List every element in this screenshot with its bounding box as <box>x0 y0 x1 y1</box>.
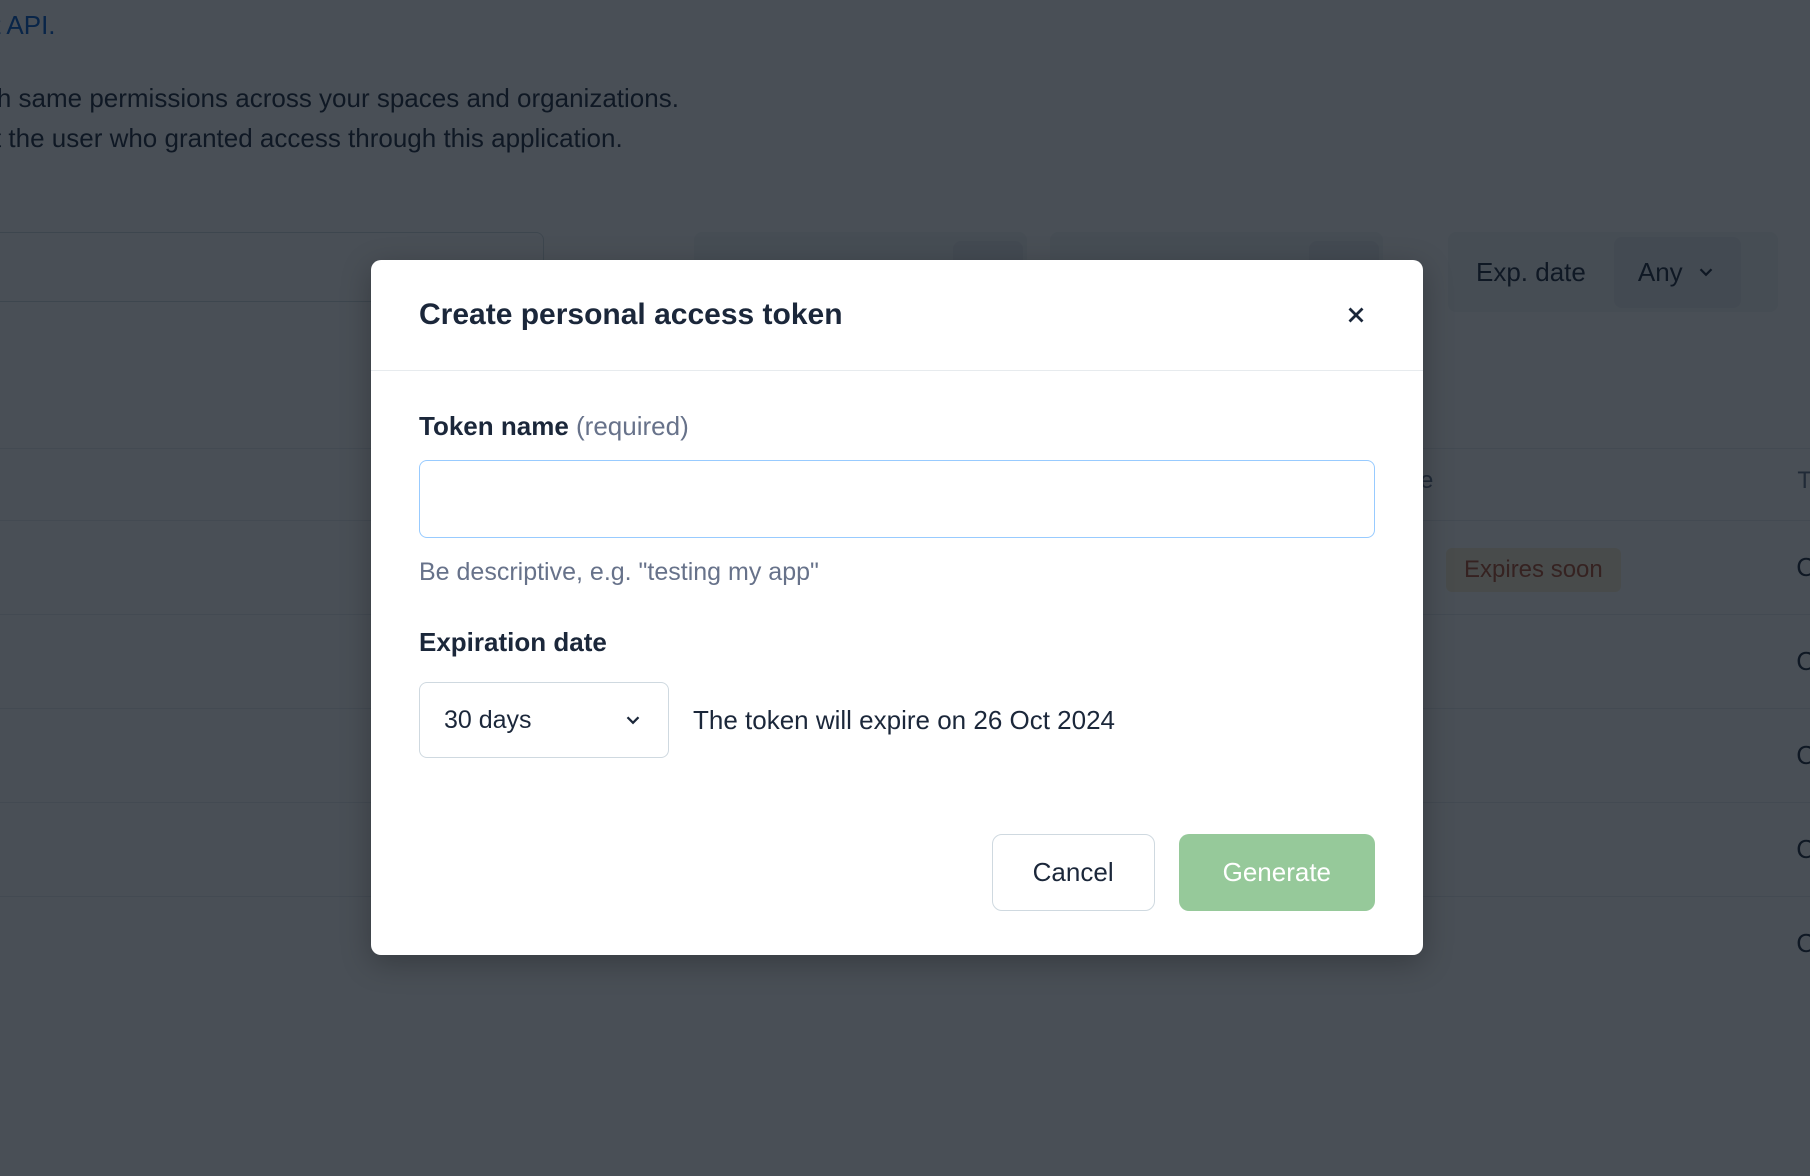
expiration-section: Expiration date 30 days The token will e… <box>419 627 1375 758</box>
expiration-select[interactable]: 30 days <box>419 682 669 758</box>
token-name-label: Token name (required) <box>419 411 1375 442</box>
token-name-input[interactable] <box>419 460 1375 538</box>
modal-body: Token name (required) Be descriptive, e.… <box>371 371 1423 802</box>
close-button[interactable] <box>1337 296 1375 334</box>
token-name-required: (required) <box>576 411 689 441</box>
expiration-note: The token will expire on 26 Oct 2024 <box>693 705 1115 736</box>
modal-title: Create personal access token <box>419 298 843 332</box>
token-name-label-text: Token name <box>419 411 569 441</box>
expiration-row: 30 days The token will expire on 26 Oct … <box>419 682 1375 758</box>
generate-button[interactable]: Generate <box>1179 834 1375 911</box>
create-token-modal: Create personal access token Token name … <box>371 260 1423 955</box>
token-name-helper: Be descriptive, e.g. "testing my app" <box>419 558 1375 587</box>
modal-header: Create personal access token <box>371 260 1423 371</box>
expiration-label: Expiration date <box>419 627 1375 658</box>
cancel-button[interactable]: Cancel <box>992 834 1155 911</box>
chevron-down-icon <box>622 709 644 731</box>
modal-footer: Cancel Generate <box>371 802 1423 955</box>
close-icon <box>1343 302 1369 328</box>
expiration-selected-value: 30 days <box>444 706 532 735</box>
